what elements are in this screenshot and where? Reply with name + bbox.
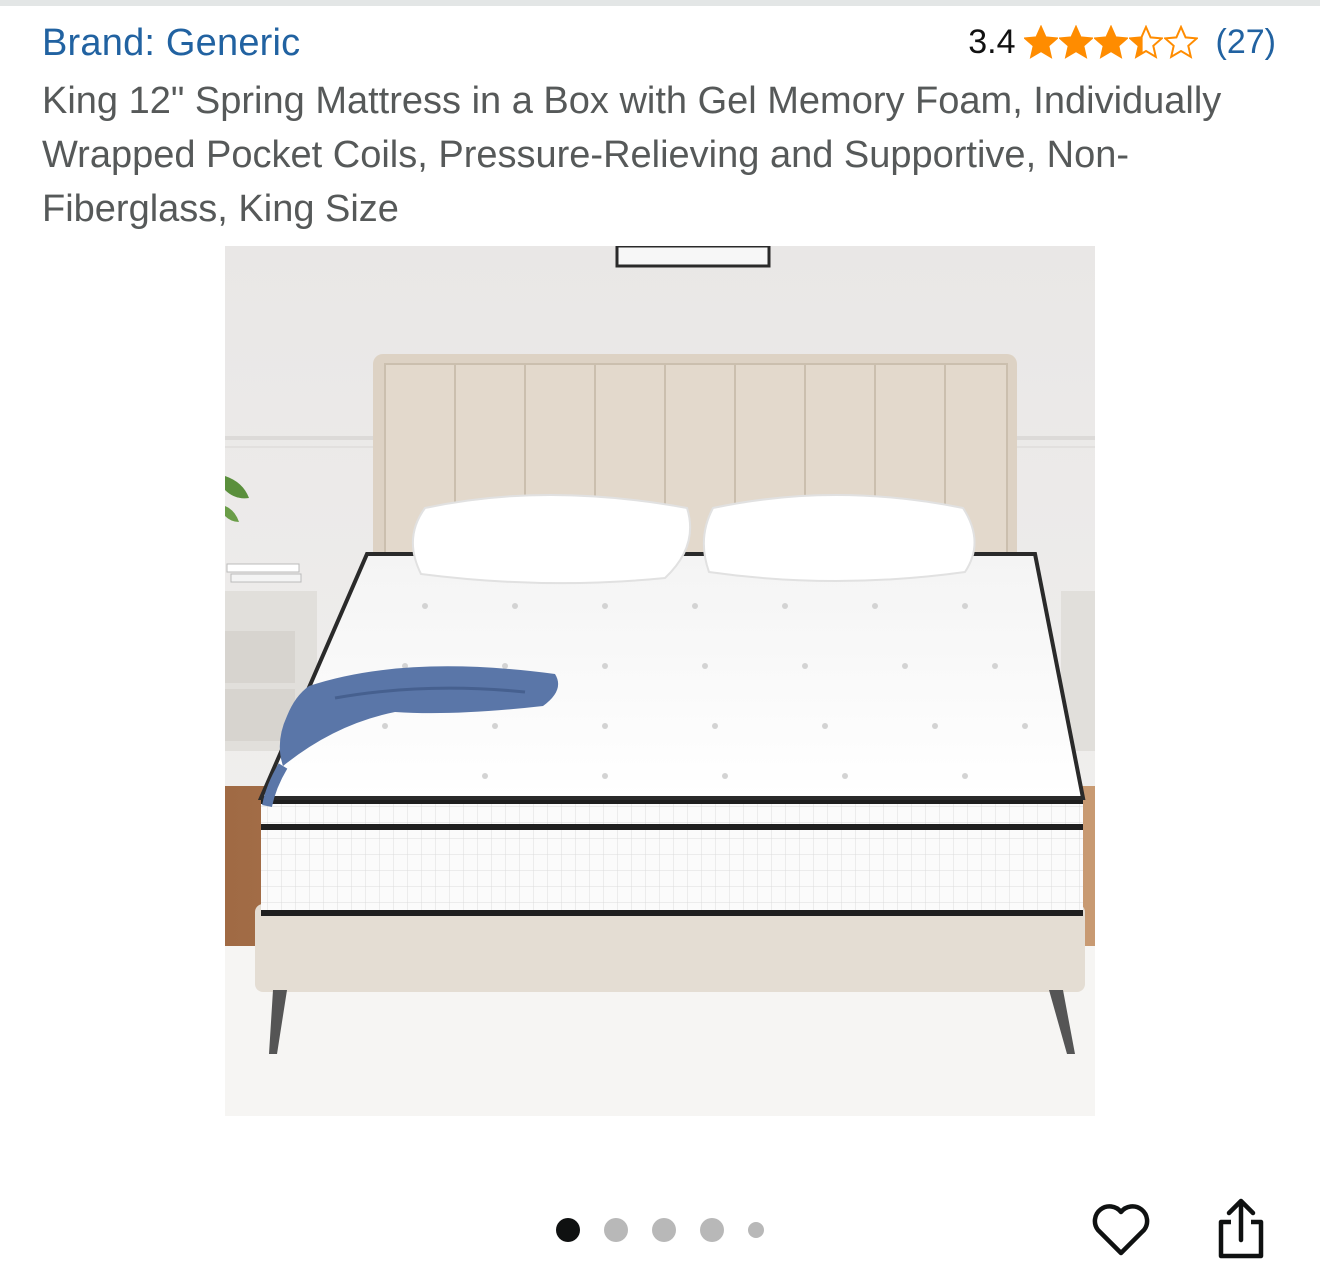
star-empty-icon — [1163, 25, 1198, 59]
top-divider — [0, 0, 1320, 6]
pager-dot[interactable] — [556, 1218, 580, 1242]
product-title: King 12" Spring Mattress in a Box with G… — [42, 80, 1222, 230]
pager-dot[interactable] — [748, 1222, 764, 1238]
star-full-icon — [1058, 25, 1093, 59]
pager-dot[interactable] — [652, 1218, 676, 1242]
mattress-photo — [225, 246, 1095, 1116]
rating-stars — [1023, 25, 1198, 59]
heart-icon — [1092, 1204, 1150, 1256]
pager-dot[interactable] — [700, 1218, 724, 1242]
star-full-icon — [1093, 25, 1128, 59]
share-button[interactable] — [1206, 1194, 1276, 1264]
share-icon — [1218, 1198, 1264, 1259]
brand-link[interactable]: Brand: Generic — [42, 22, 300, 65]
favorite-button[interactable] — [1086, 1194, 1156, 1264]
star-half-icon — [1128, 25, 1163, 59]
star-full-icon — [1023, 25, 1058, 59]
rating-value: 3.4 — [968, 22, 1016, 61]
pager-dot[interactable] — [604, 1218, 628, 1242]
rating-count-link[interactable]: (27) — [1216, 23, 1276, 62]
product-image[interactable] — [225, 246, 1095, 1116]
rating-summary[interactable]: 3.4 (27) — [968, 20, 1276, 64]
